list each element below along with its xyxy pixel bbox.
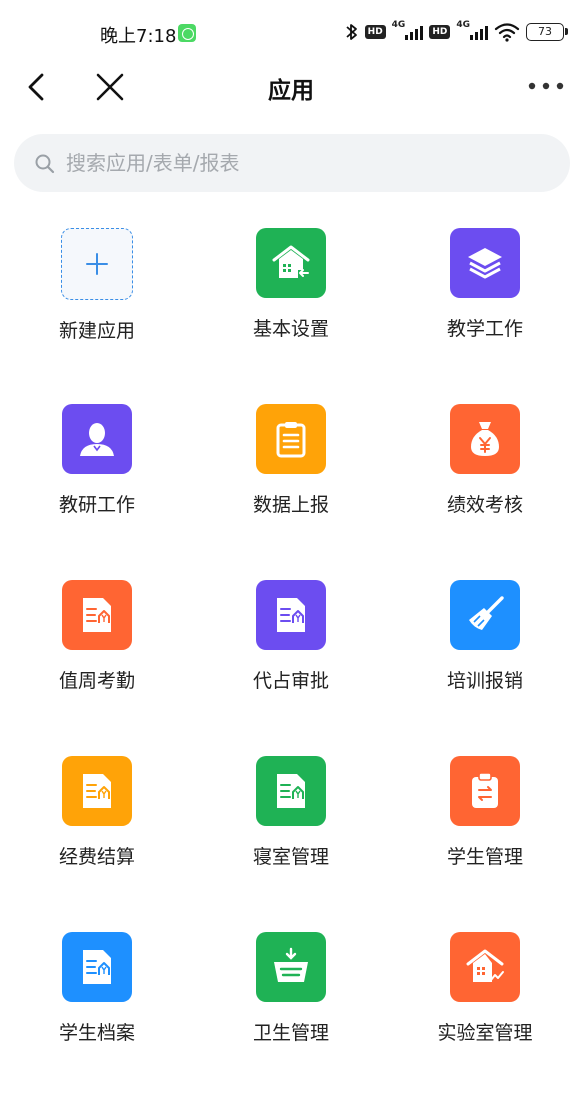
bluetooth-icon (346, 24, 357, 40)
app-item-lab-management[interactable]: 实验室管理 (388, 932, 582, 1108)
layers-icon (450, 228, 520, 298)
app-label: 经费结算 (58, 846, 135, 868)
clipboard-icon (256, 404, 326, 474)
search-input[interactable] (66, 134, 546, 192)
page-title: 应用 (268, 78, 314, 104)
nav-bar: 应用 (0, 62, 582, 112)
expense-doc-icon (62, 932, 132, 1002)
app-item-new-app[interactable]: 新建应用 (0, 228, 194, 404)
expense-doc-icon (256, 756, 326, 826)
transfer-clipboard-icon (450, 756, 520, 826)
app-label: 教学工作 (446, 318, 523, 340)
app-label: 学生档案 (58, 1022, 135, 1044)
app-label: 新建应用 (58, 320, 135, 342)
app-label: 培训报销 (446, 670, 523, 692)
app-label: 教研工作 (58, 494, 135, 516)
status-indicators: HD 4G HD 4G 73 (345, 20, 568, 44)
battery-icon: 73 (526, 23, 568, 41)
expense-doc-icon (256, 580, 326, 650)
status-bar: 晚上7:18 HD 4G HD 4G 73 (0, 0, 582, 62)
signal-icon (470, 24, 488, 40)
app-item-basic-settings[interactable]: 基本设置 (194, 228, 388, 404)
search-bar[interactable] (14, 134, 570, 192)
hd-badge: HD (364, 25, 386, 39)
app-item-data-report[interactable]: 数据上报 (194, 404, 388, 580)
app-item-training-reimbursement[interactable]: 培训报销 (388, 580, 582, 756)
search-icon (35, 154, 55, 174)
app-item-research-work[interactable]: 教研工作 (0, 404, 194, 580)
building-settings-icon (256, 228, 326, 298)
app-label: 学生管理 (446, 846, 523, 868)
person-icon (62, 404, 132, 474)
app-label: 寝室管理 (252, 846, 329, 868)
app-item-approval[interactable]: 代占审批 (194, 580, 388, 756)
wifi-icon (494, 23, 520, 42)
more-icon[interactable] (526, 76, 566, 96)
app-notification-icon (178, 24, 196, 42)
broom-icon (450, 580, 520, 650)
app-label: 实验室管理 (437, 1022, 533, 1044)
expense-doc-icon (62, 580, 132, 650)
app-item-fund-settlement[interactable]: 经费结算 (0, 756, 194, 932)
app-label: 值周考勤 (58, 670, 135, 692)
app-item-teaching-work[interactable]: 教学工作 (388, 228, 582, 404)
signal-icon (405, 24, 424, 40)
hd-badge: HD (429, 25, 451, 39)
app-label: 数据上报 (252, 494, 329, 516)
app-label: 基本设置 (252, 318, 329, 340)
app-item-performance[interactable]: 绩效考核 (388, 404, 582, 580)
app-item-student-management[interactable]: 学生管理 (388, 756, 582, 932)
expense-doc-icon (62, 756, 132, 826)
app-label: 绩效考核 (446, 494, 523, 516)
app-item-student-records[interactable]: 学生档案 (0, 932, 194, 1108)
app-label: 代占审批 (252, 670, 329, 692)
app-label: 卫生管理 (252, 1022, 329, 1044)
network-type: 4G (456, 20, 470, 30)
app-item-dorm-management[interactable]: 寝室管理 (194, 756, 388, 932)
network-type: 4G (391, 20, 406, 30)
app-grid: 新建应用 基本设置 教学工作 教研工作 数据上报 绩效考核 值周考勤 代占审批 … (0, 228, 582, 1108)
basket-icon (256, 932, 326, 1002)
plus-icon (61, 228, 133, 300)
app-item-duty-attendance[interactable]: 值周考勤 (0, 580, 194, 756)
money-bag-icon (450, 404, 520, 474)
app-item-hygiene-management[interactable]: 卫生管理 (194, 932, 388, 1108)
status-time: 晚上7:18 (100, 26, 177, 47)
building-chart-icon (450, 932, 520, 1002)
